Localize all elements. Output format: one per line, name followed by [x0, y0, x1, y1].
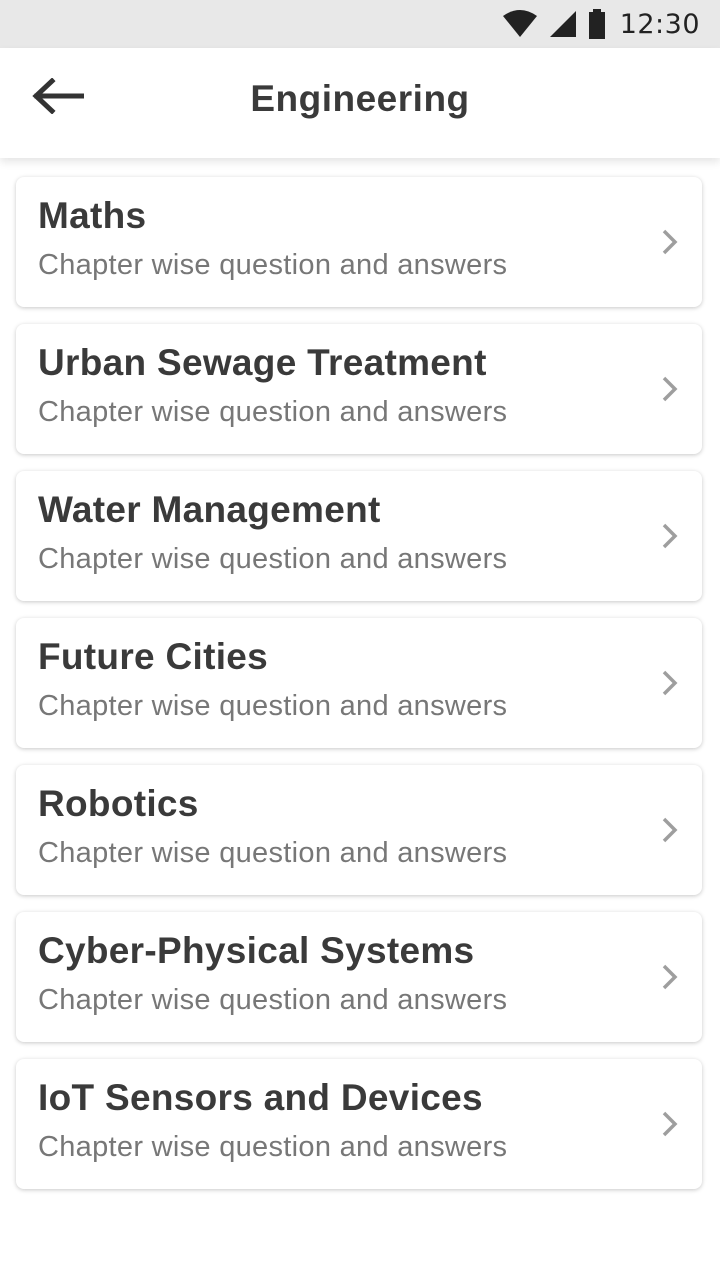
subject-title: Future Cities	[38, 636, 269, 677]
battery-icon	[588, 9, 605, 39]
page-title: Engineering	[250, 78, 470, 119]
subject-subtitle: Chapter wise question and answers	[38, 690, 508, 722]
subject-card-future-cities[interactable]: Future Cities Chapter wise question and …	[16, 618, 702, 748]
signal-icon	[549, 11, 576, 37]
status-bar: 12:30	[0, 0, 720, 48]
chevron-right-icon	[662, 817, 678, 843]
chevron-right-icon	[662, 1111, 678, 1137]
subject-subtitle: Chapter wise question and answers	[38, 984, 508, 1016]
chevron-right-icon	[662, 376, 678, 402]
subject-subtitle: Chapter wise question and answers	[38, 543, 508, 575]
subject-card-iot-sensors-and-devices[interactable]: IoT Sensors and Devices Chapter wise que…	[16, 1059, 702, 1189]
subject-title: Urban Sewage Treatment	[38, 342, 487, 383]
subject-subtitle: Chapter wise question and answers	[38, 249, 508, 281]
status-time: 12:30	[619, 8, 700, 40]
subject-card-robotics[interactable]: Robotics Chapter wise question and answe…	[16, 765, 702, 895]
chevron-right-icon	[662, 229, 678, 255]
chevron-right-icon	[662, 523, 678, 549]
wifi-icon	[502, 10, 537, 37]
subject-title: Robotics	[38, 783, 199, 824]
subject-card-urban-sewage-treatment[interactable]: Urban Sewage Treatment Chapter wise ques…	[16, 324, 702, 454]
subject-list: Maths Chapter wise question and answers …	[16, 177, 702, 1206]
subject-card-cyber-physical-systems[interactable]: Cyber-Physical Systems Chapter wise ques…	[16, 912, 702, 1042]
app-bar: Engineering	[0, 48, 720, 158]
subject-title: IoT Sensors and Devices	[38, 1077, 483, 1118]
subject-subtitle: Chapter wise question and answers	[38, 1131, 508, 1163]
subject-title: Maths	[38, 195, 147, 236]
subject-card-maths[interactable]: Maths Chapter wise question and answers	[16, 177, 702, 307]
chevron-right-icon	[662, 964, 678, 990]
subject-subtitle: Chapter wise question and answers	[38, 396, 508, 428]
subject-title: Cyber-Physical Systems	[38, 930, 475, 971]
subject-card-water-management[interactable]: Water Management Chapter wise question a…	[16, 471, 702, 601]
subject-title: Water Management	[38, 489, 381, 530]
chevron-right-icon	[662, 670, 678, 696]
subject-subtitle: Chapter wise question and answers	[38, 837, 508, 869]
